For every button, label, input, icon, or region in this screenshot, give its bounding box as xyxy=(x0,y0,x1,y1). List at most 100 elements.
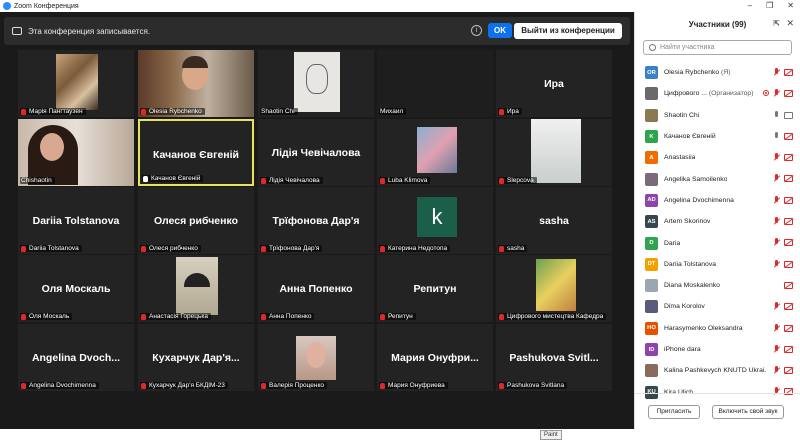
avatar: K xyxy=(645,130,658,144)
unmute-self-button[interactable]: Включить свой звук xyxy=(712,405,784,419)
mic-muted-icon[interactable] xyxy=(773,174,780,183)
video-tile[interactable]: Михаил xyxy=(377,50,493,117)
restore-icon[interactable]: ❐ xyxy=(766,1,773,10)
mic-muted-icon[interactable] xyxy=(773,195,780,205)
participant-row[interactable]: A Anastasiia xyxy=(635,147,800,168)
mic-muted-icon[interactable] xyxy=(773,366,780,375)
video-tile[interactable]: Олеся рибченко Олеся рибченко xyxy=(138,187,254,254)
participant-row[interactable]: Shaotin Chi xyxy=(635,105,800,126)
video-tile[interactable]: k Катерина Недотопа xyxy=(377,187,493,254)
mic-muted-icon[interactable] xyxy=(773,238,780,247)
participant-row[interactable]: HO Harasymenko Oleksandra xyxy=(635,318,800,339)
participant-name: Luba Klimova xyxy=(388,177,428,184)
video-off-icon[interactable] xyxy=(784,69,793,76)
video-tile[interactable]: Мария Онуфри... Мария Онуфриева xyxy=(377,324,493,391)
participant-row[interactable]: DT Dariia Tolstanova xyxy=(635,254,800,275)
mic-muted-icon[interactable] xyxy=(773,259,780,269)
mic-muted-icon[interactable] xyxy=(773,323,780,333)
minimize-icon[interactable]: – xyxy=(748,1,752,10)
mic-muted-icon[interactable] xyxy=(773,153,780,162)
video-off-icon[interactable] xyxy=(784,281,793,289)
avatar: OR xyxy=(645,66,658,80)
video-tile[interactable]: Качанов Євгеній Качанов Євгеній xyxy=(138,119,254,186)
video-off-icon[interactable] xyxy=(784,345,793,353)
video-off-icon[interactable] xyxy=(784,90,793,98)
video-off-icon[interactable] xyxy=(784,303,793,311)
video-off-icon[interactable] xyxy=(784,324,793,332)
participant-row[interactable]: K Качанов Євгеній xyxy=(635,126,800,147)
video-tile[interactable]: Марія Пангтаузен xyxy=(18,50,134,117)
recording-icon[interactable] xyxy=(763,90,769,97)
info-icon[interactable]: i xyxy=(471,25,482,36)
participant-display-name: Олеся рибченко xyxy=(153,215,239,227)
mic-icon[interactable] xyxy=(773,131,780,141)
video-tile[interactable]: Цифрового мистецтва Кафедра xyxy=(496,255,612,322)
participant-name: Kalina Pashkevych KNUTD Ukrai... xyxy=(664,367,766,375)
participant-display-name: Трїфонова Дар'я xyxy=(272,215,360,227)
participant-caption: Slepcova xyxy=(498,177,537,184)
video-tile[interactable]: Валерія Проценко xyxy=(258,324,374,391)
participant-video xyxy=(377,50,493,117)
mic-muted-icon xyxy=(261,382,266,389)
participant-row[interactable]: Diana Moskalenko xyxy=(635,275,800,296)
video-tile[interactable]: Chishaotin xyxy=(18,119,134,186)
video-tile[interactable]: Лідія Чевічалова Лідія Чевічалова xyxy=(258,119,374,186)
video-tile[interactable]: Olesia Rybchenko xyxy=(138,50,254,117)
search-input[interactable]: Найти участника xyxy=(660,44,715,51)
video-off-icon[interactable] xyxy=(784,367,793,375)
video-tile[interactable]: Кухарчук Дар'я... Кухарчук Дар'я БКДІМ-23 xyxy=(138,324,254,391)
participant-caption: Репитун xyxy=(379,313,416,320)
video-tile[interactable]: Pashukova Svitl... Pashukova Svitlana xyxy=(496,324,612,391)
video-off-icon[interactable] xyxy=(784,175,793,183)
participant-row[interactable]: Angelika Samoilenko xyxy=(635,168,800,189)
video-tile[interactable]: sasha sasha xyxy=(496,187,612,254)
video-tile[interactable]: Shaotin Chi xyxy=(258,50,374,117)
zoom-logo-icon xyxy=(3,2,11,10)
participant-row[interactable]: D Daria xyxy=(635,232,800,253)
video-tile[interactable]: Ира Ира xyxy=(496,50,612,117)
mic-muted-icon[interactable] xyxy=(773,68,780,77)
close-panel-icon[interactable]: ✕ xyxy=(786,18,794,29)
participant-row[interactable]: ID iPhone dara xyxy=(635,339,800,360)
video-tile[interactable]: Slepcova xyxy=(496,119,612,186)
mic-muted-icon[interactable] xyxy=(773,89,780,98)
close-icon[interactable]: ✕ xyxy=(787,1,794,10)
video-tile[interactable]: Репитун Репитун xyxy=(377,255,493,322)
participant-search[interactable]: Найти участника xyxy=(643,40,792,55)
video-icon[interactable] xyxy=(784,111,793,119)
ok-button[interactable]: OK xyxy=(488,23,512,38)
video-tile[interactable]: Dariia Tolstanova Dariia Tolstanova xyxy=(18,187,134,254)
leave-meeting-button[interactable]: Выйти из конференции xyxy=(514,23,622,39)
participant-row[interactable]: Цифрового ... (Организатор) xyxy=(635,83,800,104)
participant-row[interactable]: AD Angelina Dvochimenna xyxy=(635,190,800,211)
video-tile[interactable]: Анастасія Горецька xyxy=(138,255,254,322)
video-off-icon[interactable] xyxy=(784,132,793,140)
video-off-icon[interactable] xyxy=(784,239,793,247)
participant-caption: Angelina Dvochimenna xyxy=(20,382,99,389)
video-off-icon[interactable] xyxy=(784,154,793,162)
mic-icon[interactable] xyxy=(773,110,780,120)
participant-row[interactable]: OR Olesia Rybchenko (Я) xyxy=(635,62,800,83)
mic-muted-icon[interactable] xyxy=(773,344,780,354)
popout-icon[interactable]: ⇱ xyxy=(773,19,780,28)
video-tile[interactable]: Трїфонова Дар'я Трїфонова Дар'я xyxy=(258,187,374,254)
video-tile[interactable]: Luba Klimova xyxy=(377,119,493,186)
mic-muted-icon[interactable] xyxy=(773,302,780,311)
video-off-icon[interactable] xyxy=(784,218,793,226)
video-tile[interactable]: Angelina Dvoch... Angelina Dvochimenna xyxy=(18,324,134,391)
video-off-icon[interactable] xyxy=(784,260,793,268)
participant-display-name: sasha xyxy=(539,215,569,227)
participant-row[interactable]: AS Artem Skorinov xyxy=(635,211,800,232)
avatar: DT xyxy=(645,257,658,271)
participants-title: Участники (99) xyxy=(688,19,747,29)
participant-row[interactable]: Dima Korolov xyxy=(635,296,800,317)
video-tile[interactable]: Оля Москаль Оля Москаль xyxy=(18,255,134,322)
invite-button[interactable]: Пригласить xyxy=(648,405,700,419)
participant-display-name: Ира xyxy=(544,78,564,90)
video-tile[interactable]: Анна Попенко Анна Попенко xyxy=(258,255,374,322)
participant-name: Harasymenko Oleksandra xyxy=(664,324,743,332)
mic-muted-icon[interactable] xyxy=(773,217,780,226)
video-off-icon[interactable] xyxy=(784,196,793,204)
mic-muted-icon xyxy=(261,245,266,252)
participant-row[interactable]: Kalina Pashkevych KNUTD Ukrai... xyxy=(635,360,800,381)
